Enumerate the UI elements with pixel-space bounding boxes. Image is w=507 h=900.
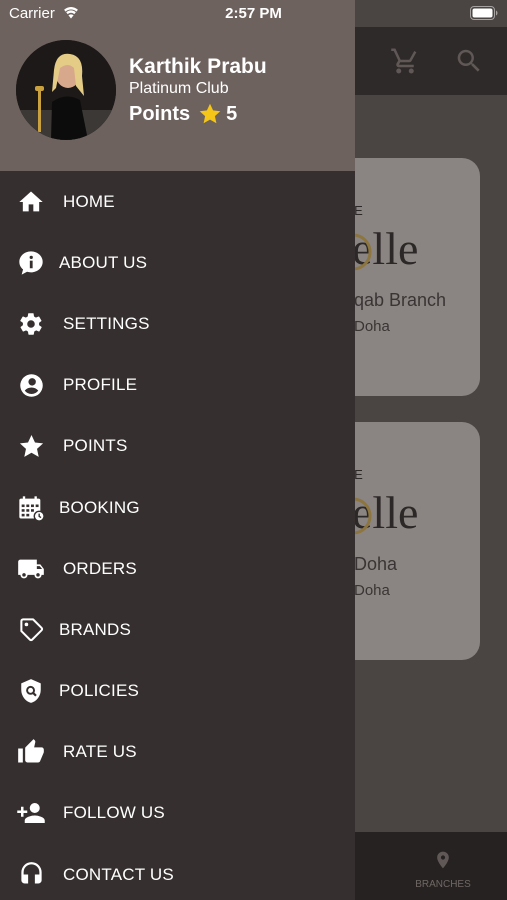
points-label: Points <box>129 102 191 125</box>
menu-item-follow-us[interactable]: FOLLOW US <box>0 783 355 844</box>
location-pin-icon <box>437 851 449 869</box>
star-icon <box>199 103 221 124</box>
calendar-icon <box>16 493 46 523</box>
menu-item-label: POINTS <box>63 436 128 456</box>
truck-icon <box>16 554 46 584</box>
menu-item-label: CONTACT US <box>63 864 174 884</box>
points-value: 5 <box>226 102 238 125</box>
menu-item-contact-us[interactable]: CONTACT US <box>0 844 355 900</box>
user-name: Karthik Prabu <box>129 55 267 78</box>
thumbs-up-icon <box>16 737 46 767</box>
star-icon <box>16 431 46 461</box>
menu-item-label: SETTINGS <box>63 313 150 333</box>
membership-tier: Platinum Club <box>129 80 229 97</box>
card-branch-city: Doha <box>354 582 390 599</box>
status-bar: Carrier 2:57 PM <box>0 0 507 27</box>
gear-icon <box>16 309 46 339</box>
menu-item-label: BOOKING <box>59 497 140 517</box>
avatar[interactable] <box>16 40 116 140</box>
clock: 2:57 PM <box>225 5 282 22</box>
menu-item-profile[interactable]: PROFILE <box>0 355 355 416</box>
cart-icon <box>391 48 417 74</box>
menu-item-label: ORDERS <box>63 558 137 578</box>
tag-icon <box>16 615 46 645</box>
tab-branches-label: BRANCHES <box>415 879 471 890</box>
account-icon <box>16 370 46 400</box>
tab-branches: BRANCHES <box>405 848 481 890</box>
drawer-menu: HOME ABOUT US SETTINGS PROFILE POINTS BO… <box>0 171 355 900</box>
card-branch-city: Doha <box>354 318 390 335</box>
card-branch-name: Doha <box>354 554 398 574</box>
search-icon <box>457 49 480 72</box>
menu-item-booking[interactable]: BOOKING <box>0 477 355 538</box>
menu-item-label: FOLLOW US <box>63 803 165 823</box>
avatar-photo <box>16 40 116 140</box>
menu-item-orders[interactable]: ORDERS <box>0 538 355 599</box>
menu-item-settings[interactable]: SETTINGS <box>0 293 355 354</box>
headphones-icon <box>16 860 46 890</box>
menu-item-label: HOME <box>63 191 115 211</box>
menu-item-rate-us[interactable]: RATE US <box>0 722 355 783</box>
shield-icon <box>16 676 46 706</box>
points-summary: Points 5 <box>129 102 237 126</box>
menu-item-label: ABOUT US <box>59 252 148 272</box>
menu-item-points[interactable]: POINTS <box>0 416 355 477</box>
menu-item-label: BRANDS <box>59 619 132 639</box>
battery-icon <box>470 6 498 20</box>
person-add-icon <box>16 798 46 828</box>
menu-item-label: POLICIES <box>59 681 140 701</box>
menu-item-about-us[interactable]: ABOUT US <box>0 232 355 293</box>
card-branch-name: qab Branch <box>354 290 447 310</box>
menu-item-label: PROFILE <box>63 375 138 395</box>
menu-item-brands[interactable]: BRANDS <box>0 599 355 660</box>
menu-item-label: RATE US <box>63 742 137 762</box>
navigation-drawer: Karthik Prabu Platinum Club Points 5 HOM… <box>0 0 355 900</box>
menu-item-home[interactable]: HOME <box>0 171 355 232</box>
info-icon <box>16 248 46 278</box>
menu-item-policies[interactable]: POLICIES <box>0 661 355 722</box>
home-icon <box>16 187 46 217</box>
